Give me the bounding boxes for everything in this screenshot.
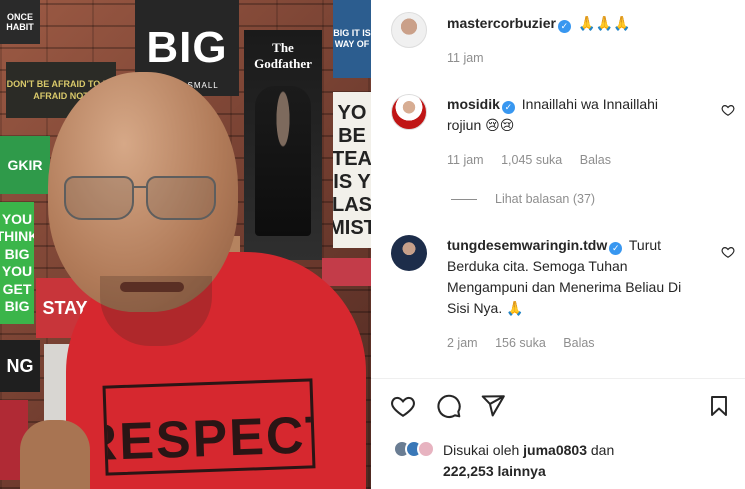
- liked-by-user[interactable]: juma0803: [523, 442, 587, 458]
- view-replies-label[interactable]: Lihat balasan (37): [495, 192, 595, 206]
- glasses: [60, 172, 220, 224]
- heart-icon: [391, 396, 415, 417]
- share-icon: [481, 395, 505, 417]
- comment: tungdesemwaringin.tdw ✓ Turut Berduka cit…: [447, 235, 707, 319]
- glasses-lens-left: [64, 176, 134, 220]
- avatar-tungdesemwaringin[interactable]: [391, 235, 427, 271]
- liked-by-prefix: Disukai oleh: [443, 442, 520, 458]
- reply-button[interactable]: Balas: [563, 336, 594, 350]
- post-photo[interactable]: ONCE HABIT BIG THINK SMALL BIG IT IS WAY…: [0, 0, 371, 489]
- caption-text: 🙏🙏🙏: [578, 15, 631, 31]
- liked-by-others[interactable]: 222,253 lainnya: [443, 463, 546, 479]
- comment-username[interactable]: mosidik: [447, 96, 500, 112]
- liked-by-and: dan: [590, 442, 615, 458]
- heart-icon[interactable]: [721, 245, 735, 259]
- divider: [371, 378, 745, 379]
- liked-by: Disukai oleh juma0803 dan 222,253 lainny…: [393, 440, 614, 482]
- view-replies[interactable]: Lihat balasan (37): [451, 192, 595, 206]
- verified-badge-icon: ✓: [557, 20, 571, 33]
- comment-icon: [437, 394, 461, 419]
- like-button[interactable]: [389, 392, 417, 420]
- save-button[interactable]: [705, 392, 733, 420]
- share-button[interactable]: [479, 392, 507, 420]
- verified-badge-icon: ✓: [609, 242, 623, 255]
- comment-time[interactable]: 11 jam: [447, 153, 484, 167]
- avatar: [417, 440, 435, 458]
- verified-badge-icon: ✓: [501, 101, 515, 114]
- comment-meta: 11 jam 1,045 suka Balas: [447, 153, 625, 167]
- comment-button[interactable]: [435, 392, 463, 420]
- replies-line: [451, 198, 477, 200]
- caption-username[interactable]: mastercorbuzier: [447, 15, 556, 31]
- caption: mastercorbuzier ✓ 🙏🙏🙏: [447, 13, 727, 34]
- comment: mosidik ✓ Innaillahi wa Innaillahi rojiun…: [447, 94, 687, 136]
- comments-panel: mastercorbuzier ✓ 🙏🙏🙏 11 jam mosidik ✓ Inn…: [371, 0, 745, 489]
- shirt-text: RESPECT: [102, 378, 316, 476]
- person: RESPECT: [0, 0, 371, 489]
- avatar-mosidik[interactable]: [391, 94, 427, 130]
- comment-time[interactable]: 2 jam: [447, 336, 478, 350]
- caption-time[interactable]: 11 jam: [447, 51, 484, 65]
- liked-by-text: Disukai oleh juma0803 dan 222,253 lainny…: [443, 440, 614, 482]
- glasses-lens-right: [146, 176, 216, 220]
- heart-icon[interactable]: [721, 103, 735, 117]
- avatar-mastercorbuzier[interactable]: [391, 12, 427, 48]
- reply-button[interactable]: Balas: [580, 153, 611, 167]
- comment-meta: 2 jam 156 suka Balas: [447, 336, 609, 350]
- person-arm: [20, 420, 90, 489]
- comment-username[interactable]: tungdesemwaringin.tdw: [447, 237, 607, 253]
- comment-likes[interactable]: 156 suka: [495, 336, 546, 350]
- bookmark-icon: [711, 396, 727, 416]
- caption-meta: 11 jam: [447, 51, 498, 65]
- person-mouth: [120, 282, 184, 292]
- comment-likes[interactable]: 1,045 suka: [501, 153, 562, 167]
